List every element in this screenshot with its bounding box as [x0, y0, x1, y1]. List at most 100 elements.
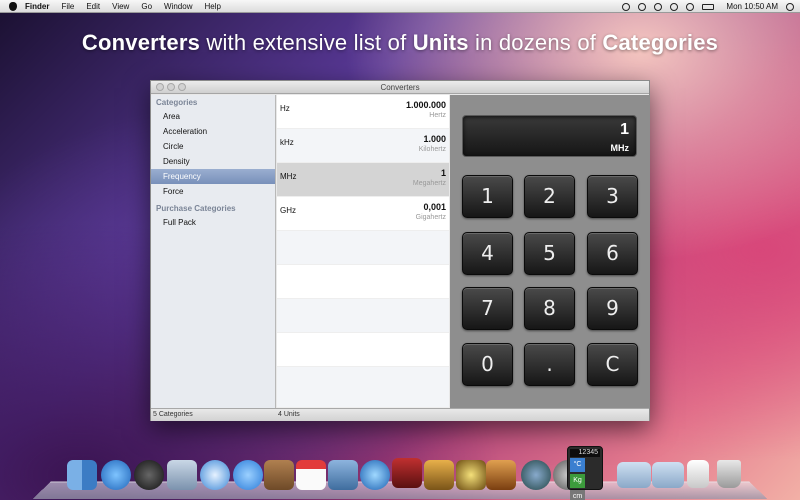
- key-8[interactable]: 8: [524, 287, 575, 330]
- key-4[interactable]: 4: [462, 232, 513, 275]
- itunes-icon[interactable]: [360, 460, 390, 490]
- key-1[interactable]: 1: [462, 175, 513, 218]
- window-titlebar[interactable]: Converters: [151, 81, 649, 94]
- key-6[interactable]: 6: [587, 232, 638, 275]
- unit-name: GHz: [280, 206, 296, 215]
- unit-value: 1.000.000: [405, 100, 446, 110]
- converters-app-icon[interactable]: 12345 °C Kg cm =: [567, 446, 603, 500]
- converters-tile-cm: cm: [570, 490, 585, 500]
- unit-row-ghz[interactable]: GHz 0,001 Gigahertz: [277, 197, 449, 231]
- window-footer: 5 Categories 4 Units: [151, 408, 649, 421]
- iphoto-icon[interactable]: [424, 460, 454, 490]
- photo-booth-icon[interactable]: [392, 458, 422, 488]
- address-book-icon[interactable]: [264, 460, 294, 490]
- display-value: 1: [620, 121, 629, 138]
- category-density[interactable]: Density: [151, 154, 275, 169]
- key-2[interactable]: 2: [524, 175, 575, 218]
- garageband-icon[interactable]: [486, 460, 516, 490]
- empty-row: [277, 231, 449, 265]
- categories-header: Categories: [156, 98, 198, 107]
- key-5[interactable]: 5: [524, 232, 575, 275]
- applications-folder-icon[interactable]: [617, 462, 651, 488]
- empty-row: [277, 299, 449, 333]
- headline-text-2: in dozens of: [468, 30, 603, 55]
- categories-count: 5 Categories: [153, 411, 193, 418]
- empty-row: [277, 265, 449, 299]
- converters-window: Converters Categories Area Acceleration …: [150, 80, 650, 421]
- menu-file[interactable]: File: [61, 0, 74, 13]
- headline-word-converters: Converters: [81, 30, 201, 55]
- value-display: 1 MHz: [462, 115, 637, 157]
- key-clear[interactable]: C: [587, 343, 638, 386]
- unit-full-name: Hertz: [429, 112, 446, 119]
- window-controls: [156, 83, 186, 91]
- key-0[interactable]: 0: [462, 343, 513, 386]
- converters-tile-celsius: °C: [570, 458, 585, 472]
- menubar-clock[interactable]: Mon 10:50 AM: [726, 2, 778, 11]
- window-title: Converters: [380, 83, 420, 92]
- unit-name: kHz: [280, 138, 294, 147]
- converters-icon-display: 12345: [570, 449, 600, 457]
- menu-go[interactable]: Go: [141, 0, 152, 13]
- unit-full-name: Gigahertz: [415, 214, 446, 221]
- downloads-stack-icon[interactable]: [687, 460, 709, 488]
- menu-bar: Finder File Edit View Go Window Help Mon…: [0, 0, 800, 13]
- purchase-categories-header: Purchase Categories: [156, 204, 236, 213]
- menu-help[interactable]: Help: [204, 0, 220, 13]
- menu-window[interactable]: Window: [164, 0, 192, 13]
- ichat-icon[interactable]: [233, 460, 263, 490]
- category-circle[interactable]: Circle: [151, 139, 275, 154]
- key-9[interactable]: 9: [587, 287, 638, 330]
- dashboard-icon[interactable]: [134, 460, 164, 490]
- dock: 12345 °C Kg cm =: [67, 446, 747, 500]
- ical-icon[interactable]: [296, 460, 326, 490]
- unit-row-hz[interactable]: Hz 1.000.000 Hertz: [277, 95, 449, 129]
- menu-edit[interactable]: Edit: [86, 0, 100, 13]
- chat-status-icon[interactable]: [638, 2, 647, 11]
- purchase-full-pack[interactable]: Full Pack: [151, 215, 275, 230]
- category-force[interactable]: Force: [151, 184, 275, 199]
- unit-row-khz[interactable]: kHz 1.000 Kilohertz: [277, 129, 449, 163]
- trash-icon[interactable]: [717, 460, 741, 488]
- preview-icon[interactable]: [328, 460, 358, 490]
- close-button[interactable]: [156, 83, 164, 91]
- unit-name: MHz: [280, 172, 297, 181]
- menu-finder[interactable]: Finder: [25, 0, 49, 13]
- converters-tile-kg: Kg: [570, 474, 585, 488]
- unit-name: Hz: [280, 104, 290, 113]
- safari-icon[interactable]: [200, 460, 230, 490]
- key-decimal[interactable]: .: [524, 343, 575, 386]
- zoom-button[interactable]: [178, 83, 186, 91]
- units-list: Hz 1.000.000 Hertz kHz 1.000 Kilohertz M…: [277, 95, 449, 408]
- category-area[interactable]: Area: [151, 109, 275, 124]
- headline-word-units: Units: [412, 30, 469, 55]
- key-7[interactable]: 7: [462, 287, 513, 330]
- app-store-icon[interactable]: [101, 460, 131, 490]
- category-frequency[interactable]: Frequency: [151, 169, 275, 184]
- display-unit: MHz: [610, 143, 630, 153]
- time-machine-icon[interactable]: [521, 460, 551, 490]
- headline-word-categories: Categories: [602, 30, 719, 55]
- unit-row-mhz[interactable]: MHz 1 Megahertz: [277, 163, 449, 197]
- volume-icon[interactable]: [686, 2, 695, 11]
- menu-view[interactable]: View: [112, 0, 129, 13]
- empty-row: [277, 367, 449, 408]
- promo-headline: Converters with extensive list of Units …: [0, 30, 800, 56]
- categories-sidebar: Categories Area Acceleration Circle Dens…: [151, 95, 276, 408]
- finder-icon[interactable]: [67, 460, 97, 490]
- wifi-icon[interactable]: [670, 2, 679, 11]
- spotlight-search-icon[interactable]: [786, 2, 794, 11]
- battery-icon[interactable]: [702, 3, 715, 10]
- time-machine-status-icon[interactable]: [622, 2, 631, 11]
- bluetooth-icon[interactable]: [654, 2, 663, 11]
- mail-stamp-icon[interactable]: [167, 460, 197, 490]
- minimize-button[interactable]: [167, 83, 175, 91]
- key-3[interactable]: 3: [587, 175, 638, 218]
- unit-full-name: Megahertz: [412, 180, 446, 187]
- documents-folder-icon[interactable]: [652, 462, 684, 488]
- imovie-icon[interactable]: [456, 460, 486, 490]
- unit-value: 1.000: [423, 134, 446, 144]
- apple-menu-icon[interactable]: [9, 1, 17, 11]
- category-acceleration[interactable]: Acceleration: [151, 124, 275, 139]
- unit-full-name: Kilohertz: [418, 146, 446, 153]
